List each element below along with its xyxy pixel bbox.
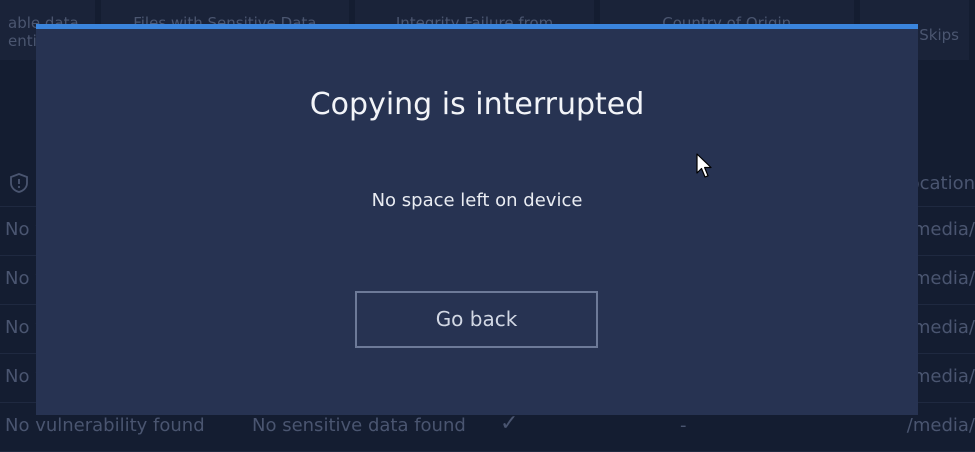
mouse-cursor-icon (696, 153, 712, 178)
location-cell: media/ (912, 219, 975, 240)
location-column-header: ocation (908, 173, 975, 194)
dash-cell: - (680, 415, 687, 436)
vulnerability-cell: No vulnerability found (5, 415, 205, 436)
dialog-message: No space left on device (371, 190, 583, 211)
page: able data entic Files with Sensitive Dat… (0, 0, 975, 452)
location-cell: media/ (912, 268, 975, 289)
shield-icon (10, 173, 28, 193)
sensitive-data-cell: No sensitive data found (252, 415, 466, 436)
location-cell: media/ (912, 366, 975, 387)
location-cell: /media/ (906, 415, 975, 436)
go-back-button[interactable]: Go back (355, 291, 598, 348)
copy-interrupted-dialog: Copying is interrupted No space left on … (36, 24, 918, 415)
dialog-title: Copying is interrupted (309, 87, 645, 122)
location-cell: media/ (912, 317, 975, 338)
